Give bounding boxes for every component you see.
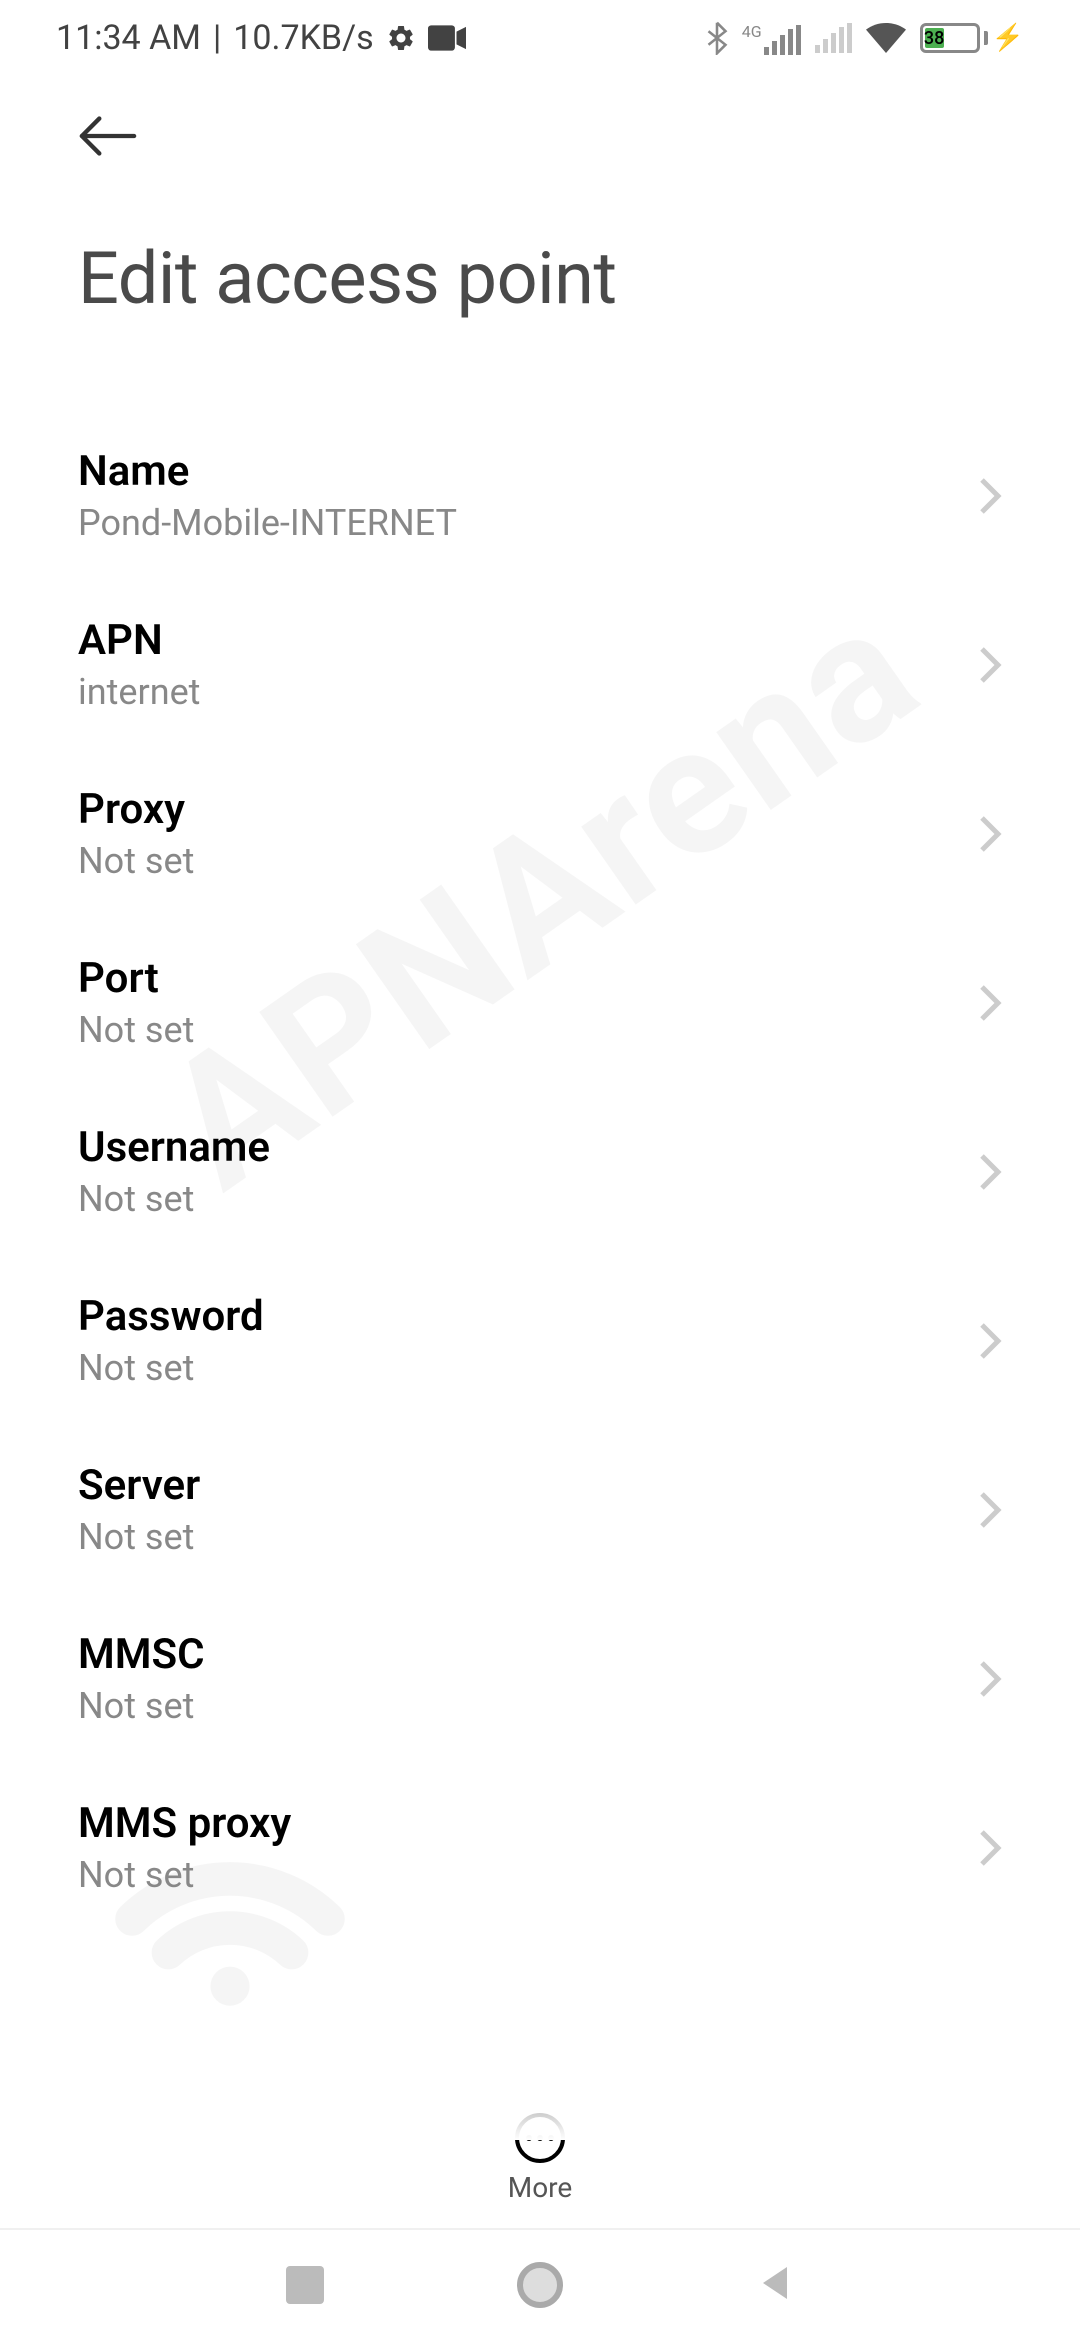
signal-bars-1 [764,25,801,55]
setting-value: Pond-Mobile-INTERNET [78,502,457,544]
bottom-bar: More [0,2093,1080,2230]
status-bar: 11:34 AM | 10.7KB/s 4G [0,0,1080,76]
setting-apn[interactable]: APN internet [78,580,1002,749]
setting-mmsc[interactable]: MMSC Not set [78,1594,1002,1763]
setting-proxy[interactable]: Proxy Not set [78,749,1002,918]
setting-value: Not set [78,840,194,882]
setting-label: Name [78,447,457,496]
battery-indicator: 38 ⚡ [920,23,1024,53]
chevron-right-icon [978,1321,1002,1361]
signal-label-4g: 4G [742,22,762,41]
setting-value: Not set [78,1516,200,1558]
chevron-right-icon [978,1659,1002,1699]
chevron-right-icon [978,1490,1002,1530]
setting-name[interactable]: Name Pond-Mobile-INTERNET [78,411,1002,580]
nav-bar [0,2230,1080,2340]
status-divider: | [213,18,221,58]
setting-value: Not set [78,1347,264,1389]
status-time: 11:34 AM [56,18,201,58]
setting-value: Not set [78,1178,270,1220]
chevron-right-icon [978,476,1002,516]
chevron-right-icon [978,1828,1002,1868]
setting-label: MMS proxy [78,1799,291,1848]
circle-icon [517,2262,563,2308]
more-button[interactable]: More [508,2113,573,2204]
nav-home-button[interactable] [510,2255,570,2315]
wifi-icon [866,22,906,54]
signal-bars-2 [815,23,852,53]
setting-label: Proxy [78,785,194,834]
setting-username[interactable]: Username Not set [78,1087,1002,1256]
square-icon [286,2266,324,2304]
camera-icon [428,24,466,52]
setting-label: Port [78,954,194,1003]
setting-value: Not set [78,1685,205,1727]
battery-percent: 38 [925,28,944,48]
chevron-right-icon [978,1152,1002,1192]
gear-icon [386,23,416,53]
page-title: Edit access point [78,236,1002,321]
charging-icon: ⚡ [992,23,1024,53]
setting-server[interactable]: Server Not set [78,1425,1002,1594]
chevron-right-icon [978,983,1002,1023]
setting-port[interactable]: Port Not set [78,918,1002,1087]
triangle-icon [755,2263,795,2307]
status-netspeed: 10.7KB/s [233,18,373,58]
settings-list: APNArena Name Pond-Mobile-INTERNET APN i… [0,371,1080,1932]
setting-label: APN [78,616,200,665]
bluetooth-icon [706,21,728,55]
status-left: 11:34 AM | 10.7KB/s [56,18,466,58]
chevron-right-icon [978,814,1002,854]
more-label: More [508,2171,573,2204]
setting-password[interactable]: Password Not set [78,1256,1002,1425]
back-button[interactable] [78,106,138,166]
setting-label: Username [78,1123,270,1172]
setting-value: Not set [78,1854,291,1896]
chevron-right-icon [978,645,1002,685]
setting-value: internet [78,671,200,713]
nav-recents-button[interactable] [275,2255,335,2315]
signal-1: 4G [742,22,801,55]
setting-value: Not set [78,1009,194,1051]
setting-label: Password [78,1292,264,1341]
setting-mms-proxy[interactable]: MMS proxy Not set [78,1763,1002,1932]
setting-label: MMSC [78,1630,205,1679]
setting-label: Server [78,1461,200,1510]
more-icon [515,2113,565,2163]
status-right: 4G 38 ⚡ [706,21,1024,55]
header: Edit access point [0,76,1080,371]
nav-back-button[interactable] [745,2255,805,2315]
